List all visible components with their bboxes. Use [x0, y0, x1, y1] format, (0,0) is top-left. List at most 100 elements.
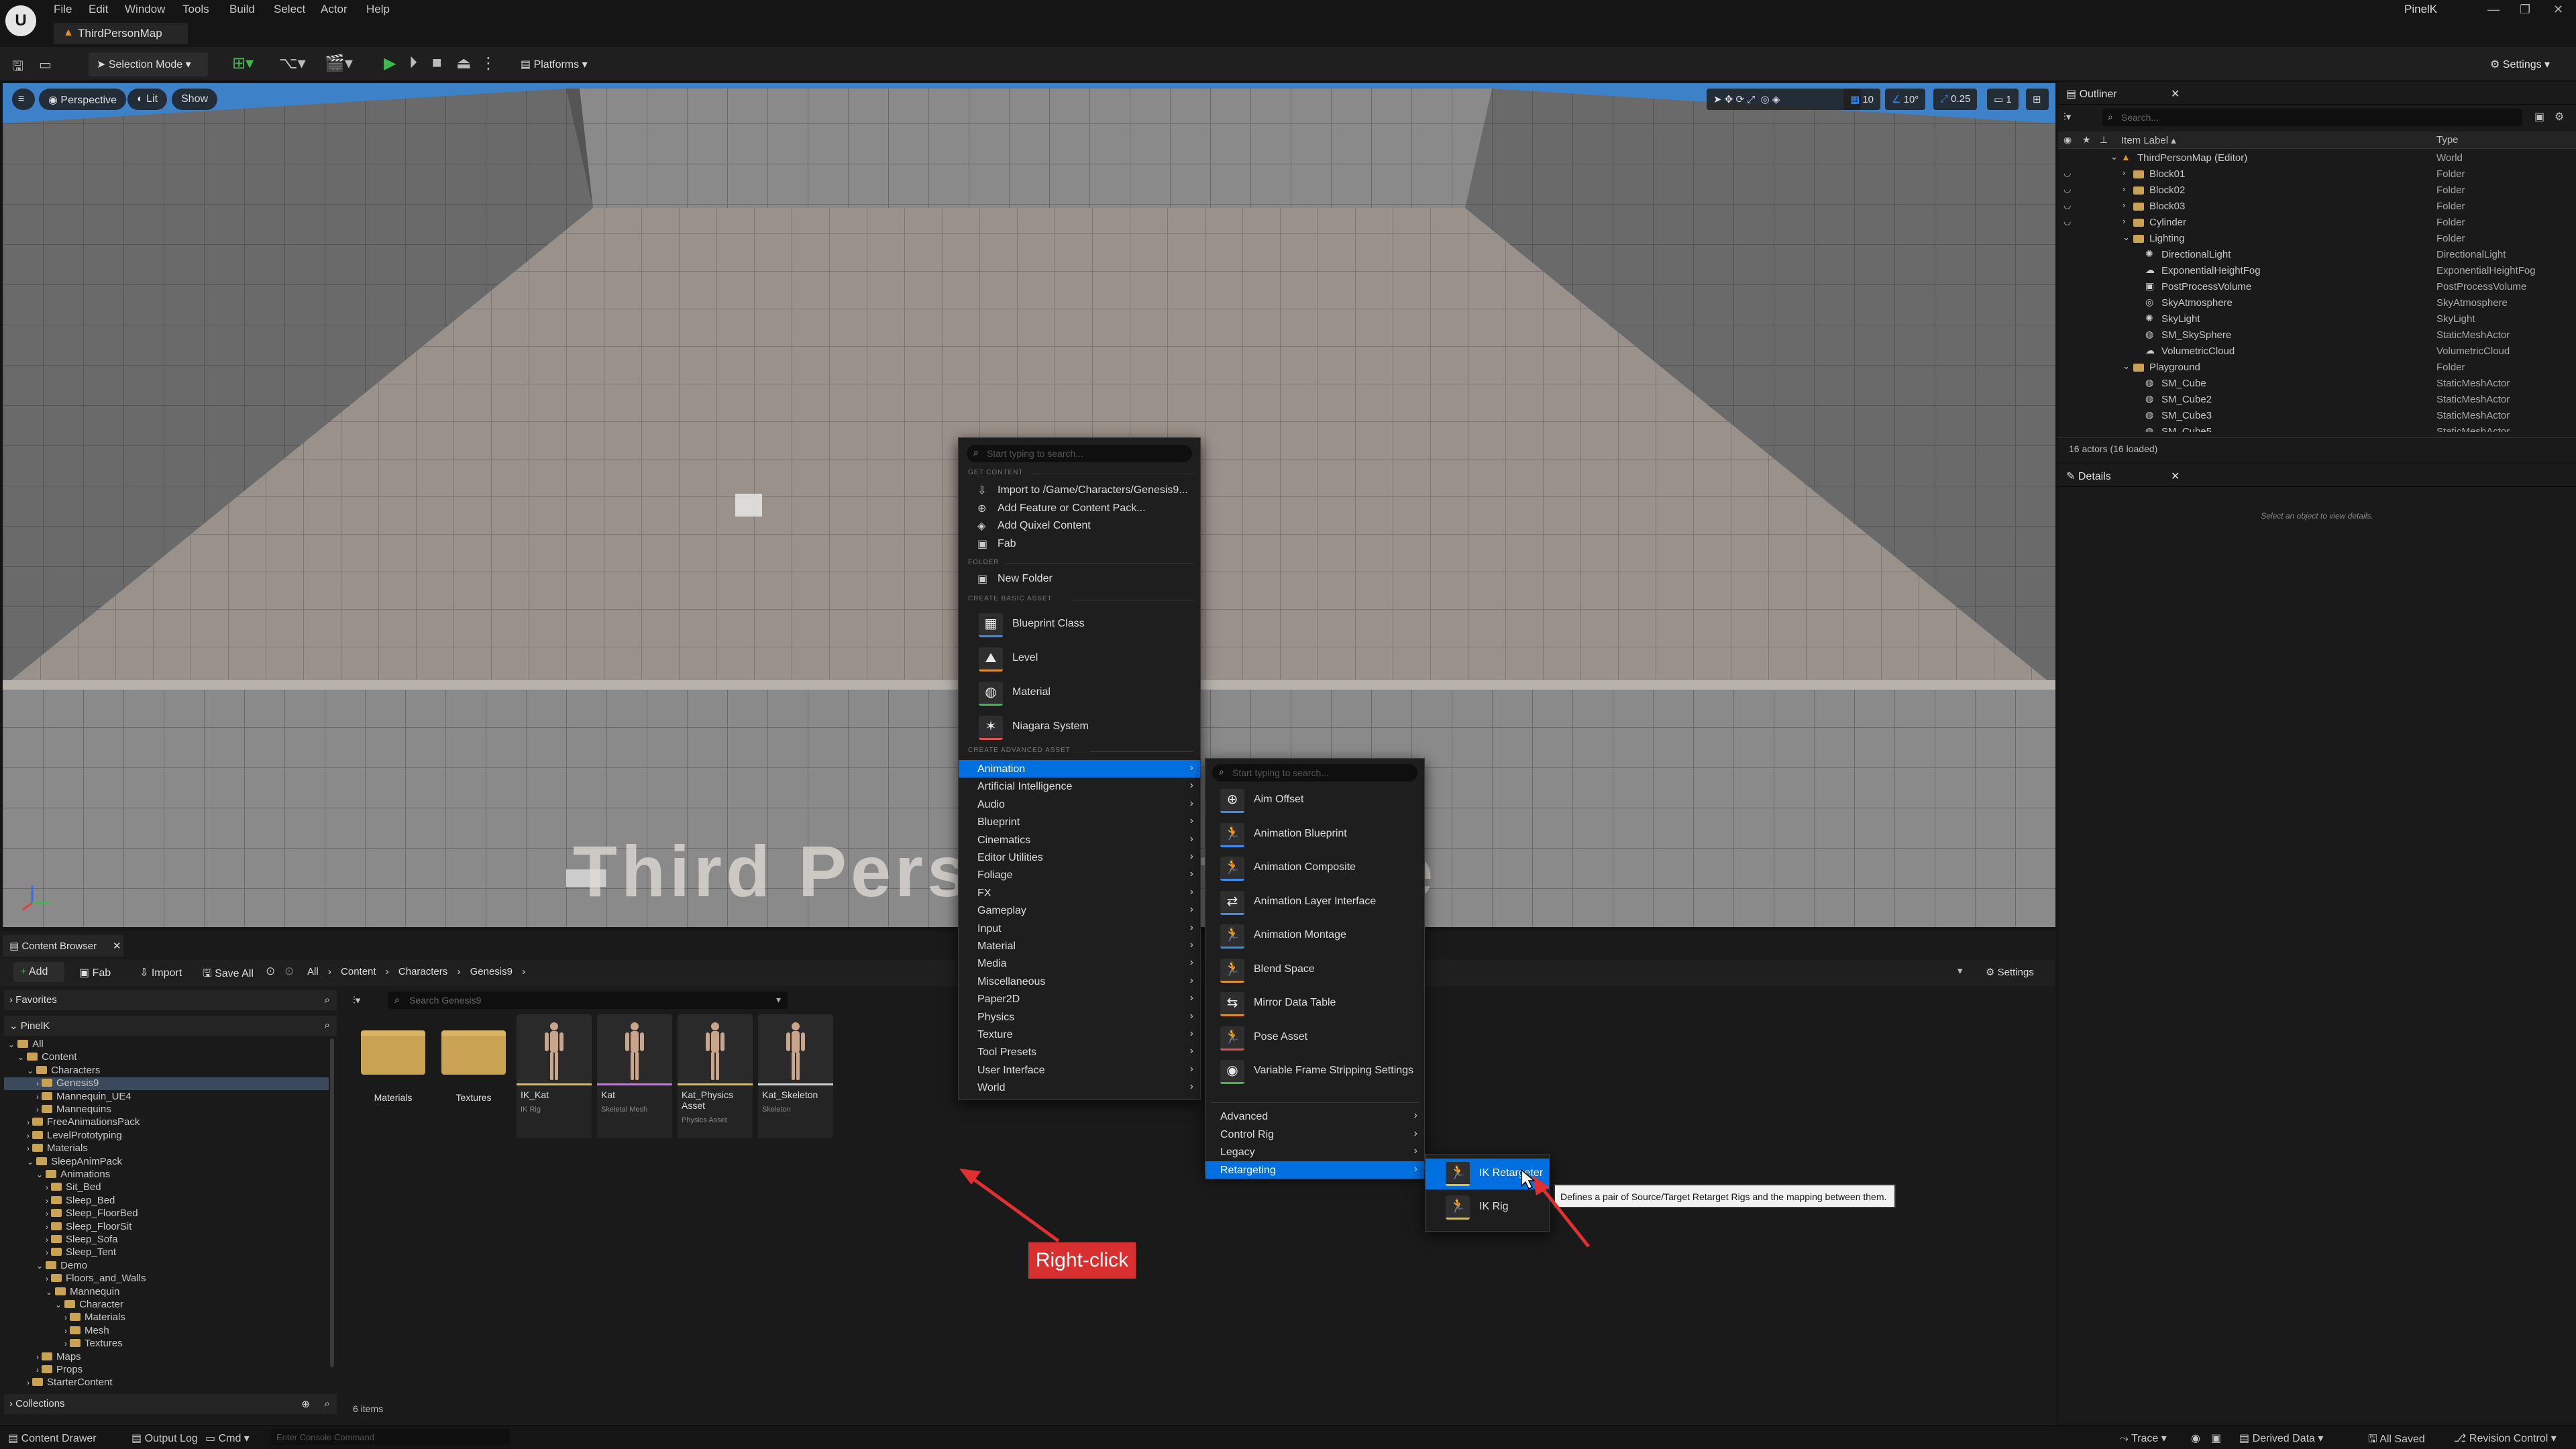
menu-category-paper2d[interactable]: Paper2D ›: [959, 990, 1200, 1008]
record-icon[interactable]: ◉: [2191, 1432, 2200, 1445]
outliner-row[interactable]: ✺ DirectionalLight DirectionalLight: [2058, 247, 2569, 263]
folder-tree-item[interactable]: › Materials: [4, 1311, 329, 1324]
outliner-row[interactable]: ◍ SM_SkySphere StaticMeshActor: [2058, 327, 2569, 343]
menu-category-cinematics[interactable]: Cinematics ›: [959, 831, 1200, 849]
search-icon[interactable]: ⌕: [325, 1020, 330, 1031]
save-icon[interactable]: 🖫: [12, 56, 23, 79]
all-saved-button[interactable]: 🖫 All Saved: [2368, 1432, 2425, 1449]
outliner-row[interactable]: ◍ SM_Cube StaticMeshActor: [2058, 376, 2569, 392]
menu-item-blend-space[interactable]: 🏃 Blend Space: [1205, 955, 1424, 986]
outliner-row[interactable]: ◡ › Block03 Folder: [2058, 199, 2569, 215]
folder-tree-item[interactable]: › Mannequins: [4, 1104, 329, 1116]
folder-tree-item[interactable]: › Sleep_FloorBed: [4, 1208, 329, 1220]
expand-chevron-icon[interactable]: ⌄: [2123, 361, 2130, 372]
folder-tree-item[interactable]: › Textures: [4, 1338, 329, 1350]
rotation-snap-button[interactable]: ∠ 10°: [1885, 89, 1926, 110]
folder-tree-item[interactable]: › Floors_and_Walls: [4, 1273, 329, 1285]
outliner-search-input[interactable]: ⌕ Search...: [2102, 109, 2522, 126]
import-button[interactable]: ⇩ Import: [133, 962, 193, 982]
outliner-row[interactable]: ◎ SkyAtmosphere SkyAtmosphere: [2058, 295, 2569, 311]
menu-item-blueprint-class[interactable]: ▦ Blueprint Class: [959, 610, 1200, 641]
menu-item-quixel[interactable]: ◈ Add Quixel Content: [959, 517, 1200, 534]
menu-search-input[interactable]: ⌕ Start typing to search...: [967, 445, 1192, 462]
fab-button[interactable]: ▣ Fab: [72, 962, 119, 982]
menu-category-fx[interactable]: FX ›: [959, 884, 1200, 902]
menu-category-audio[interactable]: Audio ›: [959, 796, 1200, 813]
eye-icon[interactable]: ◡: [2063, 168, 2071, 178]
menu-tools[interactable]: Tools: [182, 3, 209, 16]
menu-category-artificial-intelligence[interactable]: Artificial Intelligence ›: [959, 777, 1200, 795]
menu-category-material[interactable]: Material ›: [959, 937, 1200, 955]
menu-edit[interactable]: Edit: [89, 3, 108, 16]
tree-scrollbar[interactable]: [330, 1038, 334, 1367]
folder-tree-item[interactable]: › Sleep_Bed: [4, 1195, 329, 1208]
breadcrumb-characters[interactable]: Characters: [398, 966, 447, 977]
platforms-button[interactable]: ▤ Platforms ▾: [513, 52, 601, 76]
folder-tree-item[interactable]: › Mesh: [4, 1325, 329, 1338]
menu-item-level[interactable]: ⛰ Level: [959, 644, 1200, 675]
details-tab[interactable]: ✎ Details ✕: [2058, 464, 2576, 487]
filter-icon[interactable]: ⫶▾: [2063, 109, 2088, 126]
search-icon[interactable]: ⌕: [325, 994, 330, 1006]
minimize-icon[interactable]: —: [2487, 3, 2500, 17]
favorites-header[interactable]: › Favorites ⌕: [4, 990, 337, 1010]
folder-tree-item[interactable]: › Props: [4, 1364, 329, 1377]
menu-category-legacy[interactable]: Legacy ›: [1205, 1143, 1424, 1161]
folder-icon[interactable]: ▭: [39, 56, 52, 73]
content-drawer-button[interactable]: ▤ Content Drawer: [8, 1432, 97, 1445]
folder-tree-item[interactable]: › StarterContent: [4, 1377, 329, 1387]
eye-icon[interactable]: ◡: [2063, 216, 2071, 227]
console-input[interactable]: Enter Console Command: [271, 1429, 510, 1445]
save-all-button[interactable]: 🖫 Save All: [196, 962, 264, 982]
breadcrumb-content[interactable]: Content: [341, 966, 376, 977]
folder-tree-item[interactable]: ⌄ Character: [4, 1299, 329, 1311]
close-tab-icon[interactable]: ✕: [2171, 87, 2180, 101]
lit-button[interactable]: ◐ Lit: [127, 89, 168, 110]
folder-tree-item[interactable]: › Sit_Bed: [4, 1181, 329, 1194]
col-type[interactable]: Type: [2436, 134, 2459, 146]
menu-category-advanced[interactable]: Advanced ›: [1205, 1108, 1424, 1125]
add-button[interactable]: + Add: [13, 962, 64, 982]
menu-item-mirror-data-table[interactable]: ⇆ Mirror Data Table: [1205, 989, 1424, 1020]
asset-search-input[interactable]: ⌕ Search Genesis9 ▾: [388, 991, 788, 1009]
outliner-row[interactable]: ◍ SM_Cube3 StaticMeshActor: [2058, 408, 2569, 424]
cmd-button[interactable]: ▭ Cmd ▾: [205, 1432, 250, 1445]
output-log-button[interactable]: ▤ Output Log: [131, 1432, 198, 1445]
collections-header[interactable]: › Collections ⊕ ⌕: [4, 1394, 337, 1414]
folder-tree-item[interactable]: ⌄ Content: [4, 1051, 329, 1064]
play-icon[interactable]: ▶: [384, 54, 396, 73]
breadcrumb-genesis9[interactable]: Genesis9: [470, 966, 513, 977]
menu-file[interactable]: File: [54, 3, 72, 16]
screenshot-icon[interactable]: ▣: [2211, 1432, 2221, 1445]
outliner-row[interactable]: ☁ ExponentialHeightFog ExponentialHeightFo…: [2058, 263, 2569, 279]
menu-category-texture[interactable]: Texture ›: [959, 1026, 1200, 1043]
menu-build[interactable]: Build: [229, 3, 255, 16]
folder-tree-item[interactable]: › Genesis9: [4, 1077, 329, 1091]
folder-tree-item[interactable]: › Materials: [4, 1142, 329, 1155]
menu-item-animation-montage[interactable]: 🏃 Animation Montage: [1205, 921, 1424, 952]
menu-item-new-folder[interactable]: ▣ New Folder: [959, 570, 1200, 587]
menu-item-animation-blueprint[interactable]: 🏃 Animation Blueprint: [1205, 820, 1424, 851]
expand-chevron-icon[interactable]: ›: [2123, 200, 2125, 210]
asset-tile[interactable]: IK_Kat IK Rig: [517, 1014, 592, 1138]
menu-category-miscellaneous[interactable]: Miscellaneous ›: [959, 973, 1200, 990]
outliner-row[interactable]: ◍ SM_Cube5 StaticMeshActor: [2058, 424, 2569, 432]
folder-tree-item[interactable]: › LevelPrototyping: [4, 1130, 329, 1142]
viewport-menu-icon[interactable]: ≡: [12, 89, 35, 110]
maximize-icon[interactable]: ❐: [2520, 3, 2530, 17]
outliner-row[interactable]: ◡ › Block01 Folder: [2058, 166, 2569, 182]
stop-icon[interactable]: ■: [432, 54, 442, 72]
menu-category-user-interface[interactable]: User Interface ›: [959, 1061, 1200, 1079]
expand-chevron-icon[interactable]: ›: [2123, 168, 2125, 178]
tab-third-person-map[interactable]: ThirdPersonMap: [54, 23, 188, 44]
folder-tree-item[interactable]: › Sleep_Sofa: [4, 1234, 329, 1246]
outliner-tab[interactable]: ▤ Outliner ✕: [2058, 82, 2576, 105]
expand-chevron-icon[interactable]: ›: [2123, 216, 2125, 226]
menu-item-animation-layer-interface[interactable]: ⇄ Animation Layer Interface: [1205, 888, 1424, 918]
asset-tile[interactable]: Kat_Physics Asset Physics Asset: [678, 1014, 753, 1138]
menu-item-fab[interactable]: ▣ Fab: [959, 535, 1200, 552]
folder-tree-item[interactable]: › Maps: [4, 1351, 329, 1364]
outliner-row[interactable]: ✺ SkyLight SkyLight: [2058, 311, 2569, 327]
menu-item-ik-rig[interactable]: 🏃 IK Rig: [1426, 1192, 1549, 1223]
unreal-logo-icon[interactable]: U: [5, 5, 36, 36]
